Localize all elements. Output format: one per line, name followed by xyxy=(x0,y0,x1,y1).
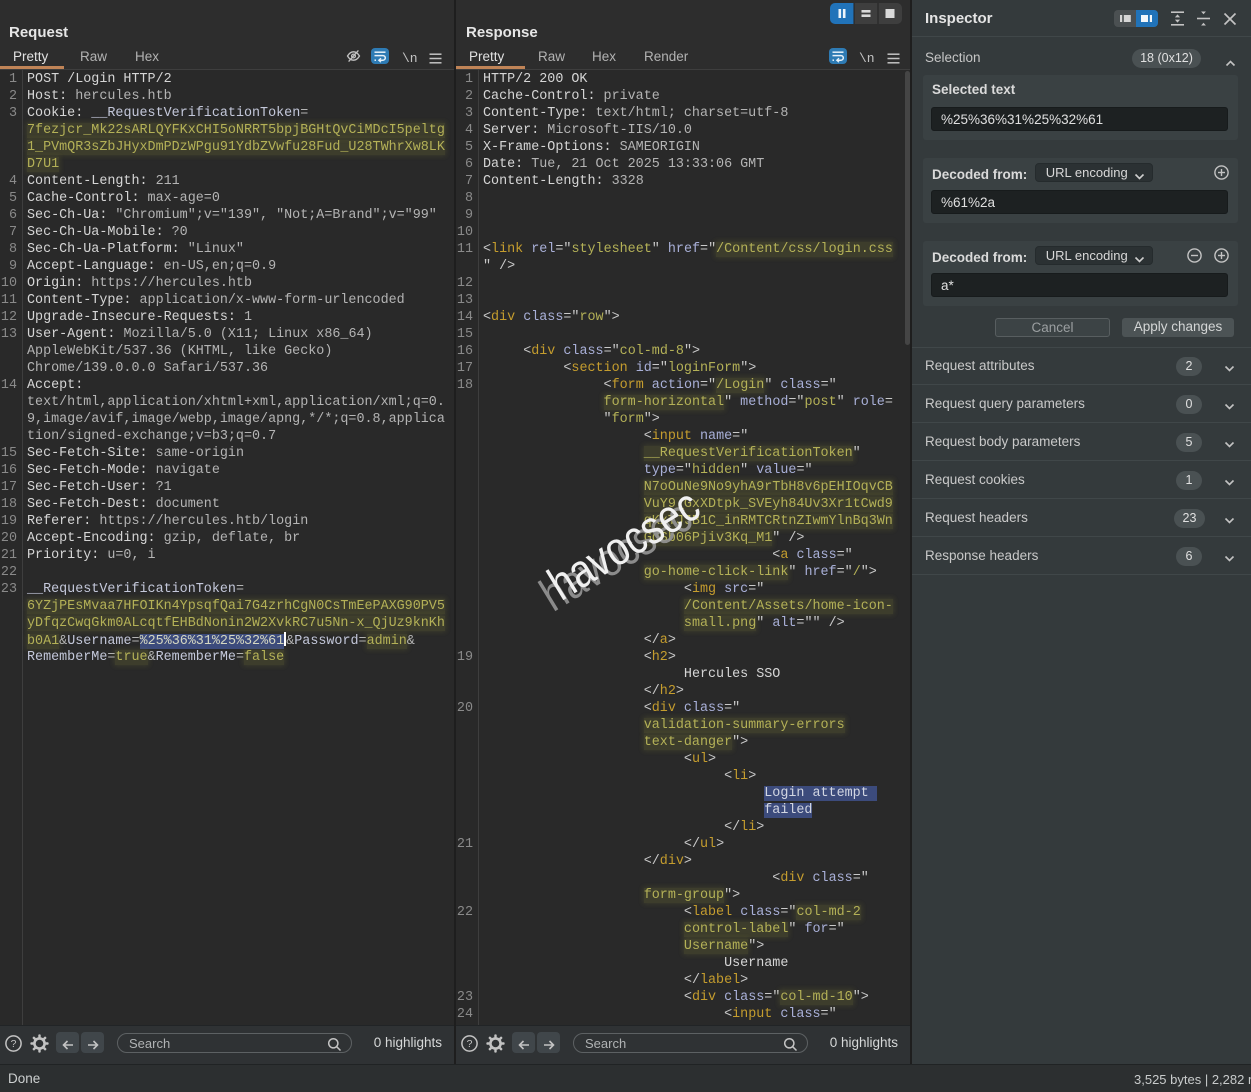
svg-text:?: ? xyxy=(11,1038,17,1050)
svg-text:?: ? xyxy=(467,1038,473,1050)
